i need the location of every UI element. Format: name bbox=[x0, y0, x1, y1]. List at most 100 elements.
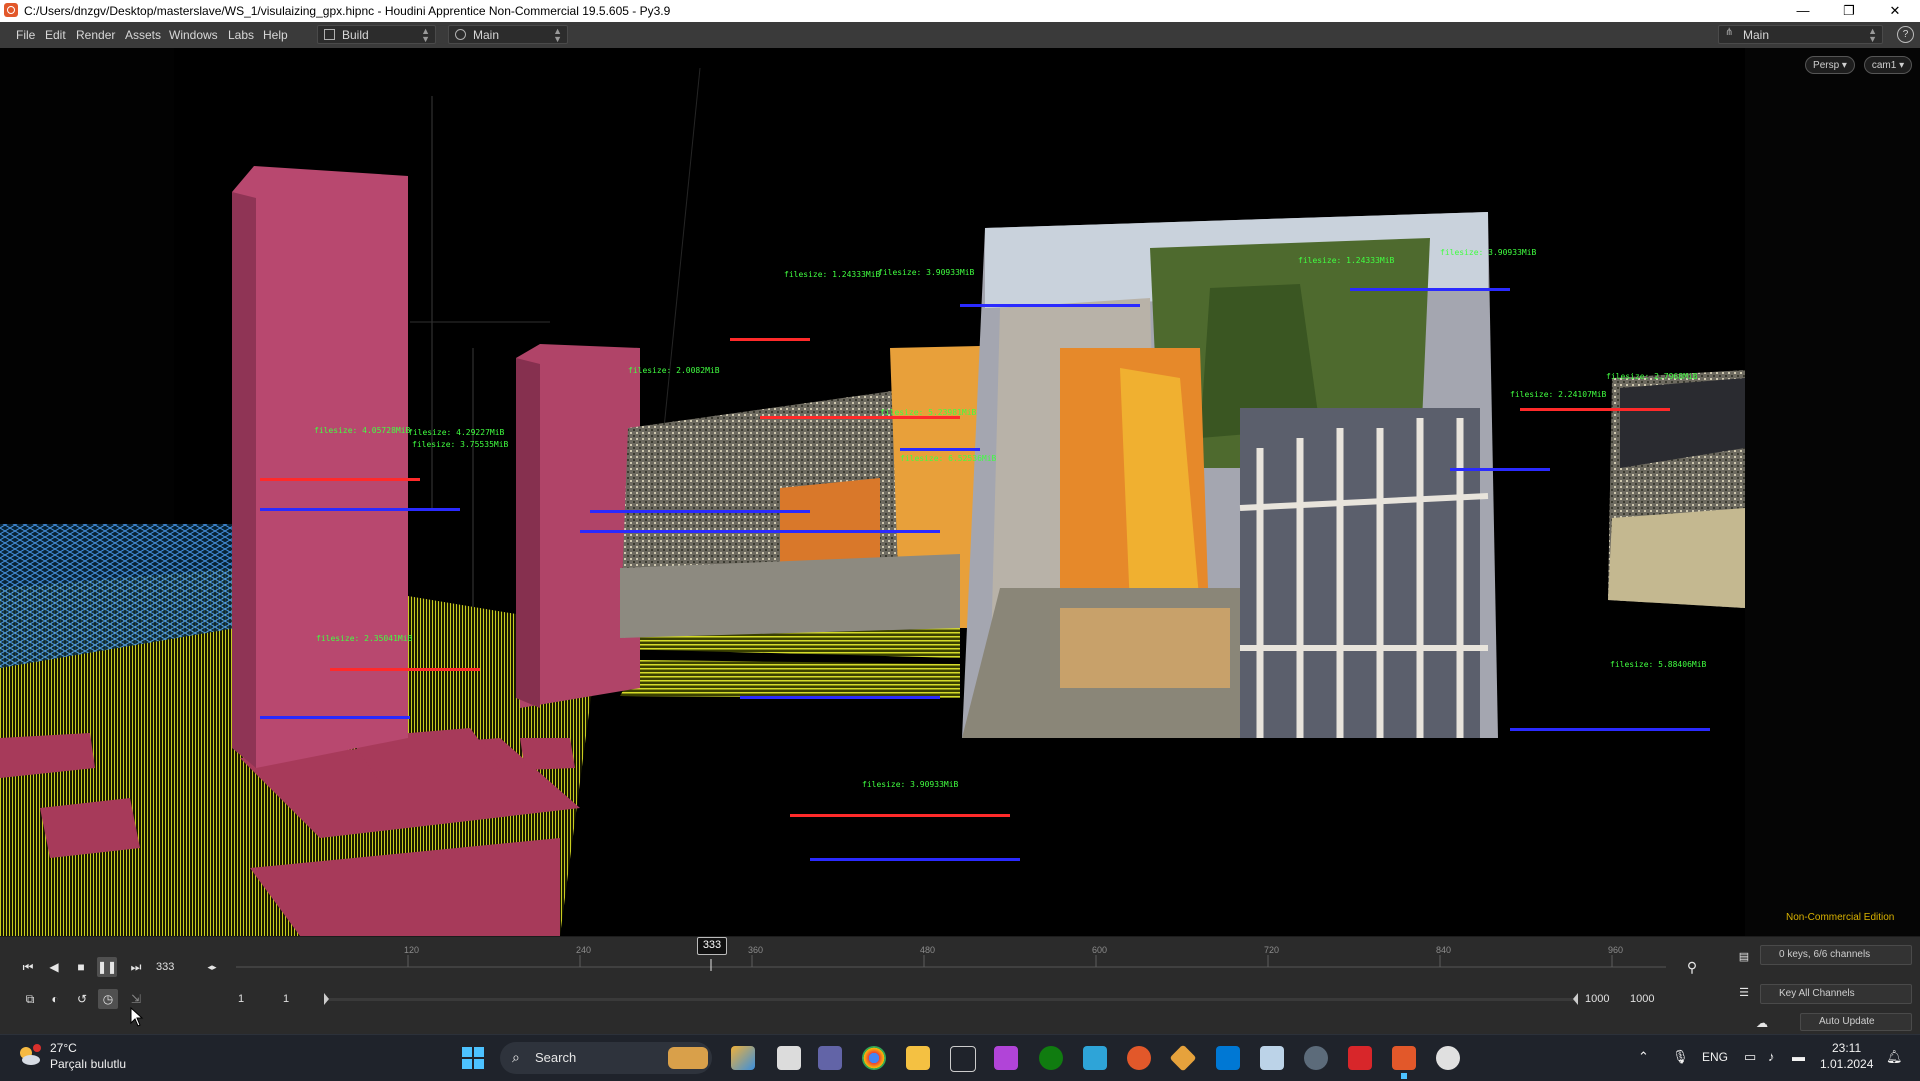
cloud-icon[interactable]: ☁ bbox=[1752, 1013, 1772, 1033]
playhead-frame-marker[interactable]: 333 bbox=[697, 937, 727, 955]
taskbar-search[interactable]: ⌕ Search bbox=[500, 1042, 712, 1074]
teams-app-icon[interactable] bbox=[818, 1046, 842, 1070]
notification-bell-icon[interactable]: 🔔︎ bbox=[1886, 1049, 1903, 1065]
notepad-app-icon[interactable] bbox=[1083, 1046, 1107, 1070]
app-icon[interactable] bbox=[950, 1046, 976, 1072]
menu-windows[interactable]: Windows bbox=[169, 28, 218, 42]
step-back-icon[interactable]: ◀ bbox=[44, 957, 64, 977]
clock-time[interactable]: 23:11 bbox=[1832, 1041, 1861, 1055]
tick-label: 240 bbox=[576, 945, 592, 955]
channels-icon[interactable]: ▤ bbox=[1734, 947, 1754, 967]
keys-channels-field[interactable]: 0 keys, 6/6 channels bbox=[1760, 945, 1912, 965]
persp-view-menu[interactable]: Persp ▾ bbox=[1805, 56, 1855, 74]
volume-icon[interactable]: ♪ bbox=[1768, 1049, 1775, 1064]
menu-edit[interactable]: Edit bbox=[45, 28, 66, 42]
range-slider[interactable] bbox=[324, 993, 1578, 1005]
viewport-right-toolbar bbox=[1745, 48, 1920, 936]
houdini-app-icon bbox=[4, 3, 18, 17]
overlay-label: filesize: 3.90933MiB bbox=[862, 780, 959, 789]
app-icon[interactable] bbox=[1436, 1046, 1460, 1070]
step-frame-icon[interactable]: ◂▸ bbox=[202, 957, 222, 977]
timeline-ruler[interactable]: 120 240 360 480 600 720 840 960 bbox=[236, 945, 1666, 971]
menu-file[interactable]: File bbox=[16, 28, 35, 42]
range-end-handle[interactable] bbox=[1573, 993, 1578, 1005]
range-end-field[interactable]: 1000 bbox=[1585, 993, 1609, 1005]
battery-icon[interactable]: ▬ bbox=[1792, 1049, 1805, 1064]
git-app-icon[interactable] bbox=[1169, 1044, 1197, 1072]
desktop-main-label: Main bbox=[473, 28, 500, 42]
loop-icon[interactable]: ↺ bbox=[72, 989, 92, 1009]
stop-icon[interactable]: ■ bbox=[71, 957, 91, 977]
tray-chevron-up-icon[interactable]: ⌃ bbox=[1638, 1049, 1649, 1065]
file-explorer-app-icon[interactable] bbox=[906, 1046, 930, 1070]
jump-start-icon[interactable]: ⏮ bbox=[18, 957, 38, 977]
scene-viewport[interactable]: filesize: 1.24333MiB filesize: 3.90933Mi… bbox=[0, 48, 1920, 936]
overlay-label: filesize: 6.52536MiB bbox=[900, 454, 997, 463]
range-start-field[interactable]: 1 bbox=[238, 993, 244, 1005]
camera-menu[interactable]: cam1 ▾ bbox=[1864, 56, 1912, 74]
office-app-icon[interactable] bbox=[1348, 1046, 1372, 1070]
houdini-launcher-icon[interactable] bbox=[1127, 1046, 1151, 1070]
overlay-label: filesize: 2.0082MiB bbox=[628, 366, 720, 375]
realtime-icon[interactable]: ⧉ bbox=[20, 989, 40, 1009]
key-all-channels-button[interactable]: Key All Channels bbox=[1760, 984, 1912, 1004]
xbox-app-icon[interactable] bbox=[1039, 1046, 1063, 1070]
maximize-button[interactable]: ❐ bbox=[1826, 0, 1872, 22]
overlay-label: filesize: 5.88406MiB bbox=[1610, 660, 1707, 669]
audio-icon[interactable]: ◐ bbox=[45, 989, 65, 1009]
minimize-button[interactable]: — bbox=[1780, 0, 1826, 22]
search-icon: ⌕ bbox=[512, 1049, 520, 1065]
menu-help[interactable]: Help bbox=[263, 28, 288, 42]
updown-arrows-icon: ▲ ▼ bbox=[553, 26, 562, 44]
network-icon[interactable]: ▭ bbox=[1744, 1049, 1756, 1065]
screen-app-icon[interactable] bbox=[1260, 1046, 1284, 1070]
desktop-main-select[interactable]: Main ▲ ▼ bbox=[448, 25, 568, 44]
node-icon: ⋔ bbox=[1725, 27, 1734, 38]
scene-render bbox=[0, 67, 1745, 936]
desktop-build-label: Build bbox=[342, 28, 369, 42]
overlay-label: filesize: 1.24333MiB bbox=[784, 270, 881, 279]
help-icon[interactable]: ? bbox=[1897, 26, 1914, 43]
target-icon bbox=[455, 29, 466, 40]
key-icon[interactable]: ⚲ bbox=[1682, 957, 1702, 977]
close-button[interactable]: ✕ bbox=[1872, 0, 1918, 22]
overlay-label: filesize: 3.90933MiB bbox=[878, 268, 975, 277]
right-desktop-label: Main bbox=[1743, 28, 1770, 42]
clock-date[interactable]: 1.01.2024 bbox=[1820, 1057, 1873, 1071]
weather-description[interactable]: Parçalı bulutlu bbox=[50, 1057, 126, 1071]
current-frame-field[interactable]: 333 bbox=[156, 961, 174, 973]
settings-gear-icon[interactable] bbox=[1304, 1046, 1328, 1070]
menu-assets[interactable]: Assets bbox=[125, 28, 161, 42]
window-title: C:/Users/dnzgv/Desktop/masterslave/WS_1/… bbox=[24, 4, 671, 18]
windows-start-icon[interactable] bbox=[462, 1047, 484, 1069]
overlay-label: filesize: 2.7968MiB bbox=[1606, 372, 1698, 381]
vscode-app-icon[interactable] bbox=[1216, 1046, 1240, 1070]
auto-update-button[interactable]: Auto Update bbox=[1800, 1013, 1912, 1031]
tick-label: 720 bbox=[1264, 945, 1280, 955]
right-desktop-select[interactable]: ⋔ Main ▲ ▼ bbox=[1718, 25, 1883, 44]
instagram-app-icon[interactable] bbox=[994, 1046, 1018, 1070]
tick-label: 960 bbox=[1608, 945, 1624, 955]
menu-labs[interactable]: Labs bbox=[228, 28, 254, 42]
weather-temperature[interactable]: 27°C bbox=[50, 1041, 77, 1055]
houdini-app-icon-active[interactable] bbox=[1392, 1046, 1416, 1070]
range-start-handle[interactable] bbox=[324, 993, 329, 1005]
overlay-label: filesize: 1.24333MiB bbox=[1298, 256, 1395, 265]
key-list-icon[interactable]: ☰ bbox=[1734, 983, 1754, 1003]
file-viewer-app-icon[interactable] bbox=[777, 1046, 801, 1070]
widgets-app-icon[interactable] bbox=[731, 1046, 755, 1070]
microphone-icon[interactable]: 🎙︎ bbox=[1672, 1049, 1689, 1065]
jump-end-icon[interactable]: ⏭ bbox=[126, 957, 146, 977]
pause-icon[interactable]: ❚❚ bbox=[97, 957, 117, 977]
weather-icon[interactable] bbox=[16, 1043, 42, 1069]
clock-icon[interactable]: ◷ bbox=[98, 989, 118, 1009]
range-icon[interactable]: ⇲ bbox=[126, 989, 146, 1009]
range-start-field-2[interactable]: 1 bbox=[283, 993, 289, 1005]
chrome-app-icon[interactable] bbox=[862, 1046, 886, 1070]
range-end-field-2[interactable]: 1000 bbox=[1630, 993, 1654, 1005]
image-planes bbox=[620, 212, 1745, 738]
desktop-build-select[interactable]: Build ▲ ▼ bbox=[317, 25, 436, 44]
ruler-ticks bbox=[236, 955, 1666, 971]
language-indicator[interactable]: ENG bbox=[1702, 1050, 1728, 1064]
menu-render[interactable]: Render bbox=[76, 28, 115, 42]
